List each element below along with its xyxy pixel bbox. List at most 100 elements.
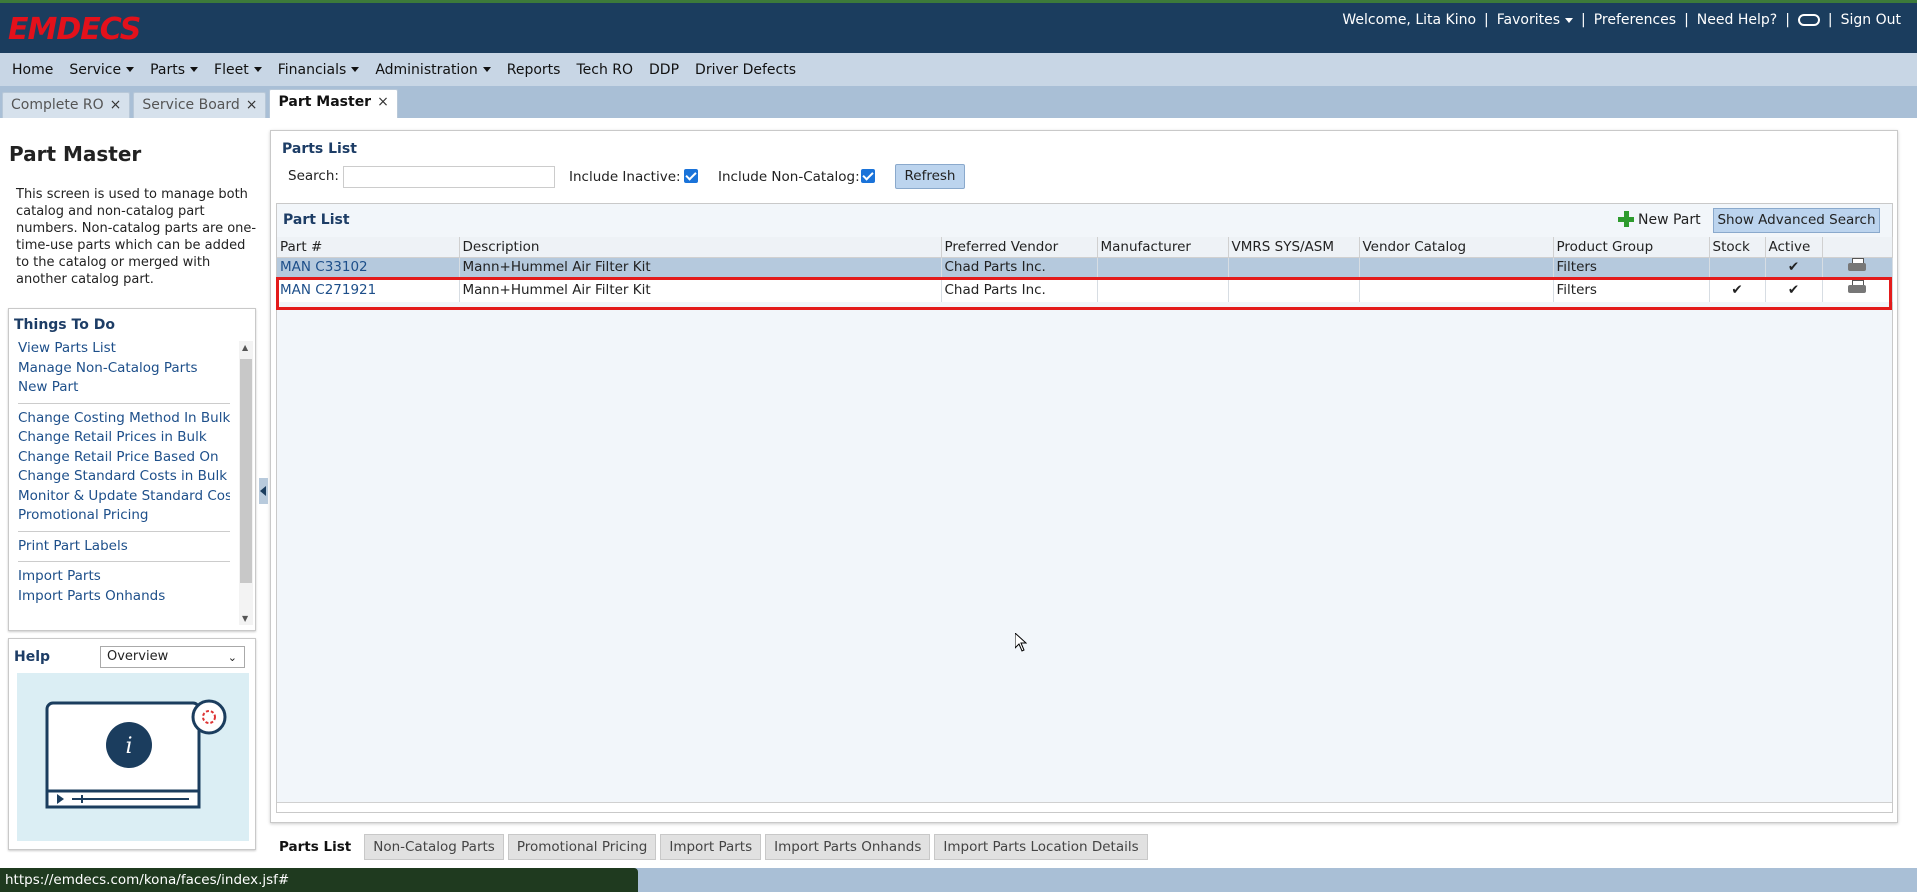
chat-icon[interactable] [1790,12,1828,28]
chevron-down-icon [351,67,360,72]
close-icon[interactable]: × [377,94,389,110]
cell-product-group: Filters [1553,277,1710,302]
parts-list-heading: Parts List [282,141,357,157]
sign-out-link[interactable]: Sign Out [1833,12,1909,28]
page-tabs: Complete RO × Service Board × Part Master × [0,86,1917,118]
include-noncatalog-checkbox[interactable] [861,169,875,183]
collapse-panel-handle[interactable] [259,478,268,504]
scroll-up-icon[interactable]: ▲ [242,343,248,352]
page-title: Part Master [9,142,142,166]
cell-vmrs [1228,277,1360,302]
need-help-link[interactable]: Need Help? [1689,12,1785,28]
todo-divider [18,402,230,404]
refresh-button[interactable]: Refresh [895,164,965,189]
column-header-preferred-vendor[interactable]: Preferred Vendor [941,237,1098,258]
search-label: Search: [288,168,339,184]
bottom-tab-import-parts[interactable]: Import Parts [660,834,762,860]
todo-change-standard-costs-in-bulk[interactable]: Change Standard Costs in Bulk [18,467,230,487]
column-header-product-group[interactable]: Product Group [1553,237,1710,258]
help-topic-select[interactable]: Overview ⌄ [100,646,245,668]
user-menu: Welcome, Lita Kino | Favorites | Prefere… [1334,12,1909,28]
new-part-button[interactable]: New Part [1618,211,1701,228]
printer-icon[interactable] [1848,280,1866,295]
column-header-vendor-catalog[interactable]: Vendor Catalog [1359,237,1554,258]
table-row[interactable]: MAN C271921 Mann+Hummel Air Filter Kit Cha… [277,277,1893,302]
nav-reports[interactable]: Reports [499,62,569,78]
chevron-down-icon: ⌄ [227,651,237,664]
show-advanced-search-button[interactable]: Show Advanced Search [1713,208,1880,233]
mouse-cursor-icon [1015,633,1027,652]
todo-manage-non-catalog-parts[interactable]: Manage Non-Catalog Parts [18,359,230,379]
page-description: This screen is used to manage both catal… [16,187,257,287]
bottom-tab-import-parts-location-details[interactable]: Import Parts Location Details [934,834,1148,860]
column-header-actions[interactable] [1822,237,1893,258]
cell-stock [1709,257,1766,277]
todo-change-retail-prices-in-bulk[interactable]: Change Retail Prices in Bulk [18,428,230,448]
cell-vendor-catalog [1359,277,1554,302]
include-inactive-label: Include Inactive: [569,169,681,185]
scrollbar-thumb[interactable] [240,359,252,583]
cell-print [1822,277,1893,302]
plus-icon [1618,211,1634,227]
bottom-tab-non-catalog-parts[interactable]: Non-Catalog Parts [364,834,504,860]
bottom-tab-promotional-pricing[interactable]: Promotional Pricing [507,834,657,860]
emdecs-logo[interactable]: EMDECS [8,12,141,47]
cell-active: ✔ [1765,277,1823,302]
nav-tech-ro[interactable]: Tech RO [568,62,641,78]
cell-part[interactable]: MAN C271921 [277,277,460,302]
todo-promotional-pricing[interactable]: Promotional Pricing [18,506,230,526]
todo-change-retail-price-based-on[interactable]: Change Retail Price Based On [18,448,230,468]
column-header-active[interactable]: Active [1765,237,1823,258]
nav-service[interactable]: Service [61,62,142,78]
things-to-do-list: View Parts List Manage Non-Catalog Parts N… [18,339,230,629]
todo-monitor-update-standard-costs[interactable]: Monitor & Update Standard Costs [18,487,230,507]
grid-footer [277,802,1892,812]
things-to-do-title: Things To Do [14,317,115,333]
search-input[interactable] [343,166,555,188]
help-video-thumbnail[interactable]: i [17,673,249,841]
svg-text:i: i [125,734,132,759]
nav-parts[interactable]: Parts [142,62,206,78]
todo-import-parts-onhands[interactable]: Import Parts Onhands [18,587,230,607]
close-icon[interactable]: × [246,97,258,113]
todo-view-parts-list[interactable]: View Parts List [18,339,230,359]
cell-part[interactable]: MAN C33102 [277,257,460,277]
column-header-vmrs-sys-asm[interactable]: VMRS SYS/ASM [1228,237,1360,258]
nav-home[interactable]: Home [4,62,61,78]
favorites-menu[interactable]: Favorites [1489,12,1581,28]
cell-description: Mann+Hummel Air Filter Kit [459,257,942,277]
main-nav: Home Service Parts Fleet Financials Administr… [0,53,1917,86]
cell-vendor: Chad Parts Inc. [941,257,1098,277]
tab-part-master[interactable]: Part Master × [269,89,398,118]
todo-import-parts[interactable]: Import Parts [18,567,230,587]
todo-scrollbar[interactable]: ▲ ▼ [239,341,253,625]
nav-ddp[interactable]: DDP [641,62,687,78]
table-row[interactable]: MAN C33102 Mann+Hummel Air Filter Kit Chad… [277,257,1893,277]
cell-vendor: Chad Parts Inc. [941,277,1098,302]
column-header-description[interactable]: Description [459,237,942,258]
nav-administration[interactable]: Administration [367,62,498,78]
scroll-down-icon[interactable]: ▼ [242,614,248,623]
tab-service-board[interactable]: Service Board × [133,92,267,118]
cell-manufacturer [1097,277,1229,302]
include-inactive-checkbox[interactable] [684,169,698,183]
tab-complete-ro[interactable]: Complete RO × [2,92,131,118]
close-icon[interactable]: × [110,97,122,113]
printer-icon[interactable] [1848,257,1866,273]
help-panel: Help Overview ⌄ i [8,638,256,850]
column-header-stock[interactable]: Stock [1709,237,1766,258]
todo-print-part-labels[interactable]: Print Part Labels [18,537,230,557]
bottom-tab-parts-list[interactable]: Parts List [270,834,361,860]
include-noncatalog-label: Include Non-Catalog: [718,169,860,185]
column-header-manufacturer[interactable]: Manufacturer [1097,237,1229,258]
nav-driver-defects[interactable]: Driver Defects [687,62,804,78]
nav-fleet[interactable]: Fleet [206,62,270,78]
bottom-tab-import-parts-onhands[interactable]: Import Parts Onhands [765,834,931,860]
todo-change-costing-method-in-bulk[interactable]: Change Costing Method In Bulk [18,409,230,429]
video-info-icon: i [45,699,227,809]
column-header-part[interactable]: Part # [277,237,460,258]
nav-financials[interactable]: Financials [270,62,368,78]
todo-divider [18,561,230,562]
todo-new-part[interactable]: New Part [18,378,230,398]
preferences-link[interactable]: Preferences [1586,12,1684,28]
